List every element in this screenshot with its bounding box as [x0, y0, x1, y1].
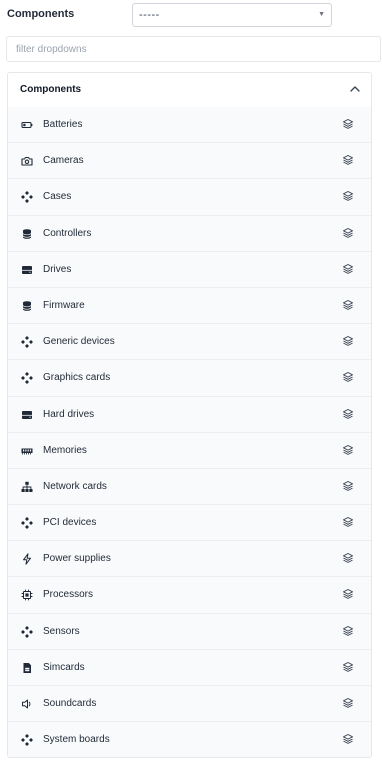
list-item-label: Network cards — [43, 480, 107, 492]
list-item[interactable]: PCI devices — [8, 505, 371, 542]
bolt-icon — [21, 553, 33, 565]
layers-icon[interactable] — [342, 154, 354, 166]
component-icon — [21, 625, 33, 638]
component-icon — [21, 372, 33, 385]
list-item-label: Simcards — [43, 661, 85, 673]
list-item-label: Power supplies — [43, 553, 111, 565]
list-item-label: PCI devices — [43, 517, 97, 529]
network-icon — [21, 481, 33, 493]
list-item-label: Soundcards — [43, 698, 97, 709]
list-item-label: Processors — [43, 589, 94, 601]
drive-icon — [21, 264, 33, 276]
database-icon — [21, 228, 33, 240]
layers-icon[interactable] — [342, 408, 354, 420]
layers-icon[interactable] — [342, 444, 354, 456]
list-item[interactable]: Processors — [8, 577, 371, 614]
list-item-label: Drives — [43, 263, 72, 275]
list-item-label: Cases — [43, 191, 72, 203]
component-icon — [21, 517, 33, 530]
list-item[interactable]: Memories — [8, 432, 371, 469]
filter-dropdowns-input[interactable] — [6, 36, 381, 62]
list-item-label: Sensors — [43, 625, 80, 637]
components-panel: Components Batteries Cameras Cases Controll… — [7, 72, 372, 758]
layers-icon[interactable] — [342, 552, 354, 564]
simcard-icon — [21, 662, 33, 674]
cpu-icon — [21, 589, 33, 601]
components-toolbar: Components ----- ▼ — [0, 0, 382, 32]
layers-icon[interactable] — [342, 516, 354, 528]
layers-icon[interactable] — [342, 335, 354, 347]
list-item[interactable]: Firmware — [8, 287, 371, 325]
components-list: Batteries Cameras Cases Controllers Drives Fi… — [8, 107, 371, 757]
component-icon — [21, 191, 33, 204]
list-item-label: Memories — [43, 444, 87, 456]
layers-icon[interactable] — [342, 625, 354, 637]
list-item-label: Firmware — [43, 299, 85, 311]
list-item[interactable]: Network cards — [8, 468, 371, 506]
layers-icon[interactable] — [342, 190, 354, 202]
layers-icon[interactable] — [342, 733, 354, 745]
list-item[interactable]: Soundcards — [8, 686, 371, 723]
layers-icon[interactable] — [342, 371, 354, 383]
list-item[interactable]: Drives — [8, 251, 371, 288]
layers-icon[interactable] — [342, 118, 354, 130]
components-label: Components — [7, 8, 75, 20]
layers-icon[interactable] — [342, 480, 354, 492]
component-icon — [21, 336, 33, 349]
list-item[interactable]: Simcards — [8, 649, 371, 686]
list-item-label: Cameras — [43, 155, 84, 167]
layers-icon[interactable] — [342, 263, 354, 275]
components-select[interactable]: ----- ▼ — [132, 3, 332, 27]
list-item-label: Generic devices — [43, 336, 115, 348]
layers-icon[interactable] — [342, 697, 354, 709]
layers-icon[interactable] — [342, 227, 354, 239]
list-item-label: Batteries — [43, 119, 83, 130]
list-item[interactable]: Graphics cards — [8, 360, 371, 397]
camera-icon — [21, 155, 33, 167]
component-icon — [21, 734, 33, 747]
list-item-label: Controllers — [43, 227, 92, 239]
layers-icon[interactable] — [342, 661, 354, 673]
chevron-up-icon[interactable] — [347, 81, 363, 97]
panel-title: Components — [20, 84, 82, 95]
speaker-icon — [21, 698, 33, 710]
components-select-value: ----- — [139, 9, 160, 21]
layers-icon[interactable] — [342, 299, 354, 311]
layers-icon[interactable] — [342, 588, 354, 600]
list-item[interactable]: Hard drives — [8, 396, 371, 433]
components-panel-header[interactable]: Components — [8, 73, 371, 107]
list-item-label: System boards — [43, 734, 110, 746]
caret-down-icon: ▼ — [318, 11, 325, 18]
list-item[interactable]: Cameras — [8, 143, 371, 180]
list-item[interactable]: Power supplies — [8, 541, 371, 578]
list-item[interactable]: Generic devices — [8, 324, 371, 361]
list-item[interactable]: System boards — [8, 722, 371, 757]
battery-icon — [21, 119, 33, 131]
database-icon — [21, 300, 33, 312]
list-item-label: Graphics cards — [43, 372, 111, 384]
list-item[interactable]: Cases — [8, 179, 371, 216]
list-item[interactable]: Batteries — [8, 107, 371, 144]
drive-icon — [21, 409, 33, 421]
list-item[interactable]: Sensors — [8, 613, 371, 650]
list-item[interactable]: Controllers — [8, 215, 371, 252]
memory-icon — [21, 445, 33, 457]
list-item-label: Hard drives — [43, 408, 95, 420]
